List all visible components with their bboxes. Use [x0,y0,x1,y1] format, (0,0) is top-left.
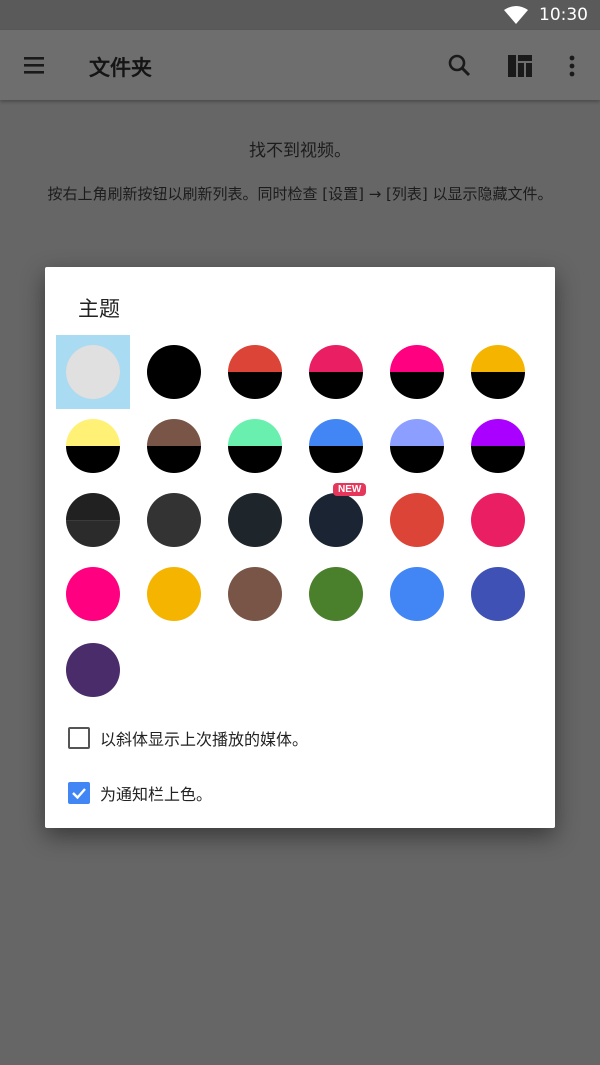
theme-swatch-magenta[interactable] [66,567,120,621]
theme-swatch-brown-black[interactable] [147,419,201,473]
swatch-bottom-color [228,372,282,399]
swatch-bottom-color [309,520,363,547]
page-title: 文件夹 [89,56,152,80]
more-vert-icon[interactable] [560,52,584,80]
theme-swatch-lavender-black[interactable] [390,419,444,473]
swatch-top-color [66,345,120,372]
swatch-bottom-color [309,446,363,473]
swatch-bottom-color [390,372,444,399]
swatch-bottom-color [66,670,120,697]
search-icon[interactable] [446,52,474,80]
swatch-top-color [66,643,120,670]
swatch-top-color [228,419,282,446]
swatch-bottom-color [471,446,525,473]
color-notification-bar-checkbox[interactable] [68,782,90,804]
theme-swatch-navy-dark[interactable] [309,493,363,547]
swatch-top-color [66,493,120,520]
theme-swatch-light-gray[interactable] [66,345,120,399]
color-notification-bar-label: 为通知栏上色。 [100,785,213,804]
swatch-top-color [309,345,363,372]
layout-grid-icon[interactable] [506,52,534,80]
swatch-top-color [390,493,444,520]
theme-dialog: 主题 NEW 以斜体显示上次播放的媒体。 为通知栏上色。 [45,267,555,828]
empty-state-hint: 按右上角刷新按钮以刷新列表。同时检查 [设置] → [列表] 以显示隐藏文件。 [47,185,553,203]
theme-swatch-dark-gray[interactable] [147,493,201,547]
checkmark-icon [72,788,86,800]
swatch-bottom-color [390,594,444,621]
swatch-bottom-color [66,446,120,473]
new-badge: NEW [333,483,367,496]
italic-last-played-label: 以斜体显示上次播放的媒体。 [100,730,309,749]
swatch-top-color [147,345,201,372]
swatch-bottom-color [147,446,201,473]
swatch-bottom-color [390,446,444,473]
swatch-top-color [309,419,363,446]
swatch-top-color [471,567,525,594]
theme-swatch-amber[interactable] [147,567,201,621]
swatch-top-color [471,345,525,372]
swatch-bottom-color [147,520,201,547]
theme-swatch-pink[interactable] [471,493,525,547]
swatch-bottom-color [66,594,120,621]
swatch-top-color [147,567,201,594]
theme-swatch-indigo[interactable] [471,567,525,621]
swatch-top-color [66,419,120,446]
menu-icon[interactable] [22,53,48,77]
theme-swatch-yellow-black[interactable] [66,419,120,473]
swatch-bottom-color [471,372,525,399]
theme-swatch-pink-black[interactable] [309,345,363,399]
swatch-top-color [390,419,444,446]
swatch-top-color [66,567,120,594]
swatch-bottom-color [147,372,201,399]
theme-swatch-magenta-black[interactable] [390,345,444,399]
theme-swatch-brown[interactable] [228,567,282,621]
status-time: 10:30 [539,5,588,25]
empty-state-title: 找不到视频。 [249,141,351,161]
theme-swatch-black[interactable] [147,345,201,399]
swatch-bottom-color [471,594,525,621]
swatch-top-color [228,493,282,520]
theme-swatch-blue[interactable] [390,567,444,621]
swatch-top-color [228,345,282,372]
swatch-bottom-color [390,520,444,547]
theme-swatch-green[interactable] [309,567,363,621]
swatch-bottom-color [471,520,525,547]
swatch-top-color [147,419,201,446]
swatch-top-color [390,345,444,372]
wifi-icon [504,6,528,24]
theme-swatch-purple-black[interactable] [471,419,525,473]
swatch-top-color [390,567,444,594]
swatch-bottom-color [309,594,363,621]
swatch-top-color [471,493,525,520]
app-bar: 文件夹 [0,30,600,100]
swatch-top-color [471,419,525,446]
swatch-top-color [147,493,201,520]
swatch-top-color [309,493,363,520]
theme-swatch-charcoal[interactable] [66,493,120,547]
swatch-bottom-color [228,594,282,621]
theme-swatch-slate[interactable] [228,493,282,547]
theme-swatch-amber-black[interactable] [471,345,525,399]
swatch-top-color [309,567,363,594]
dialog-title: 主题 [78,297,120,321]
theme-swatch-green-black[interactable] [228,419,282,473]
swatch-top-color [228,567,282,594]
theme-swatch-blue-black[interactable] [309,419,363,473]
swatch-bottom-color [66,372,120,399]
swatch-bottom-color [66,520,120,547]
theme-swatch-red[interactable] [390,493,444,547]
status-bar: 10:30 [0,0,600,30]
swatch-bottom-color [228,520,282,547]
theme-swatch-red-black[interactable] [228,345,282,399]
swatch-bottom-color [147,594,201,621]
swatch-bottom-color [228,446,282,473]
italic-last-played-checkbox[interactable] [68,727,90,749]
theme-swatch-deep-purple[interactable] [66,643,120,697]
swatch-bottom-color [309,372,363,399]
